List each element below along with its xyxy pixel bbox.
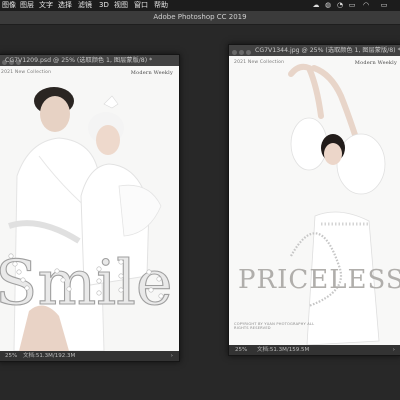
document-title: CG7V1344.jpg @ 25% (选取颜色 1, 图层蒙版/8) *	[255, 47, 400, 54]
status-arrow-icon[interactable]: ›	[171, 351, 173, 361]
poster-brand: Modern Weekly	[354, 60, 397, 66]
document-window-left[interactable]: CG7V1209.psd @ 25% (选取颜色 1, 图层蒙版/8) * Sm…	[0, 54, 180, 362]
qq-icon[interactable]: ◔	[336, 2, 344, 9]
app-title: Adobe Photoshop CC 2019	[153, 13, 247, 21]
poster-headline: Smile	[0, 246, 173, 319]
window-controls	[232, 48, 253, 56]
canvas-right[interactable]: PRICELESS 2021 New Collection Modern Wee…	[229, 56, 400, 345]
poster-priceless: PRICELESS	[229, 56, 400, 345]
close-window-icon[interactable]	[232, 50, 237, 55]
menu-type[interactable]: 文字	[39, 0, 53, 11]
status-arrow-icon[interactable]: ›	[393, 345, 395, 355]
document-window-right[interactable]: CG7V1344.jpg @ 25% (选取颜色 1, 图层蒙版/8) * PR…	[228, 44, 400, 356]
cloud-icon[interactable]: ☁	[312, 2, 320, 9]
status-bar-right: 25% 文档:51.3M/159.5M ›	[229, 345, 400, 355]
menu-image[interactable]: 图像	[2, 0, 16, 11]
document-tab-left[interactable]: CG7V1209.psd @ 25% (选取颜色 1, 图层蒙版/8) *	[0, 55, 179, 66]
menu-layer[interactable]: 图层	[20, 0, 34, 11]
wechat-icon[interactable]: ◍	[324, 2, 332, 9]
wifi-icon[interactable]: ◠	[362, 2, 370, 9]
menu-view[interactable]: 视图	[114, 0, 128, 11]
status-bar-left: 25% 文档:51.3M/192.3M ›	[0, 351, 179, 361]
document-title: CG7V1209.psd @ 25% (选取颜色 1, 图层蒙版/8) *	[5, 57, 153, 64]
document-tab-right[interactable]: CG7V1344.jpg @ 25% (选取颜色 1, 图层蒙版/8) *	[229, 45, 400, 56]
poster-headline: PRICELESS	[238, 265, 400, 295]
poster-smile: Smile	[0, 66, 179, 351]
zoom-window-icon[interactable]	[246, 50, 251, 55]
menu-filter[interactable]: 滤镜	[78, 0, 92, 11]
menu-3d[interactable]: 3D	[99, 0, 109, 11]
app-title-bar: Adobe Photoshop CC 2019	[0, 11, 400, 25]
menu-bar: 图像 图层 文字 选择 滤镜 3D 视图 窗口 帮助 ☁ ◍ ◔ ▭ ◠ ▭	[0, 0, 400, 11]
document-size: 文档:51.3M/192.3M	[23, 353, 76, 359]
poster-collection: 2021 New Collection	[1, 70, 52, 75]
battery-icon[interactable]: ▭	[378, 2, 390, 9]
menu-help[interactable]: 帮助	[154, 0, 168, 11]
poster-brand: Modern Weekly	[130, 70, 173, 76]
zoom-level[interactable]: 25%	[5, 351, 17, 361]
poster-collection: 2021 New Collection	[234, 60, 285, 65]
zoom-level[interactable]: 25%	[235, 345, 247, 355]
menu-select[interactable]: 选择	[58, 0, 72, 11]
document-size: 文档:51.3M/159.5M	[257, 347, 310, 353]
menu-window[interactable]: 窗口	[134, 0, 148, 11]
poster-footer: COPYRIGHT BY YUAN PHOTOGRAPHY ALL RIGHTS…	[234, 322, 315, 331]
screen-icon[interactable]: ▭	[348, 2, 356, 9]
canvas-left[interactable]: Smile 2021 New Collection Modern Weekly	[0, 66, 179, 351]
minimize-window-icon[interactable]	[239, 50, 244, 55]
